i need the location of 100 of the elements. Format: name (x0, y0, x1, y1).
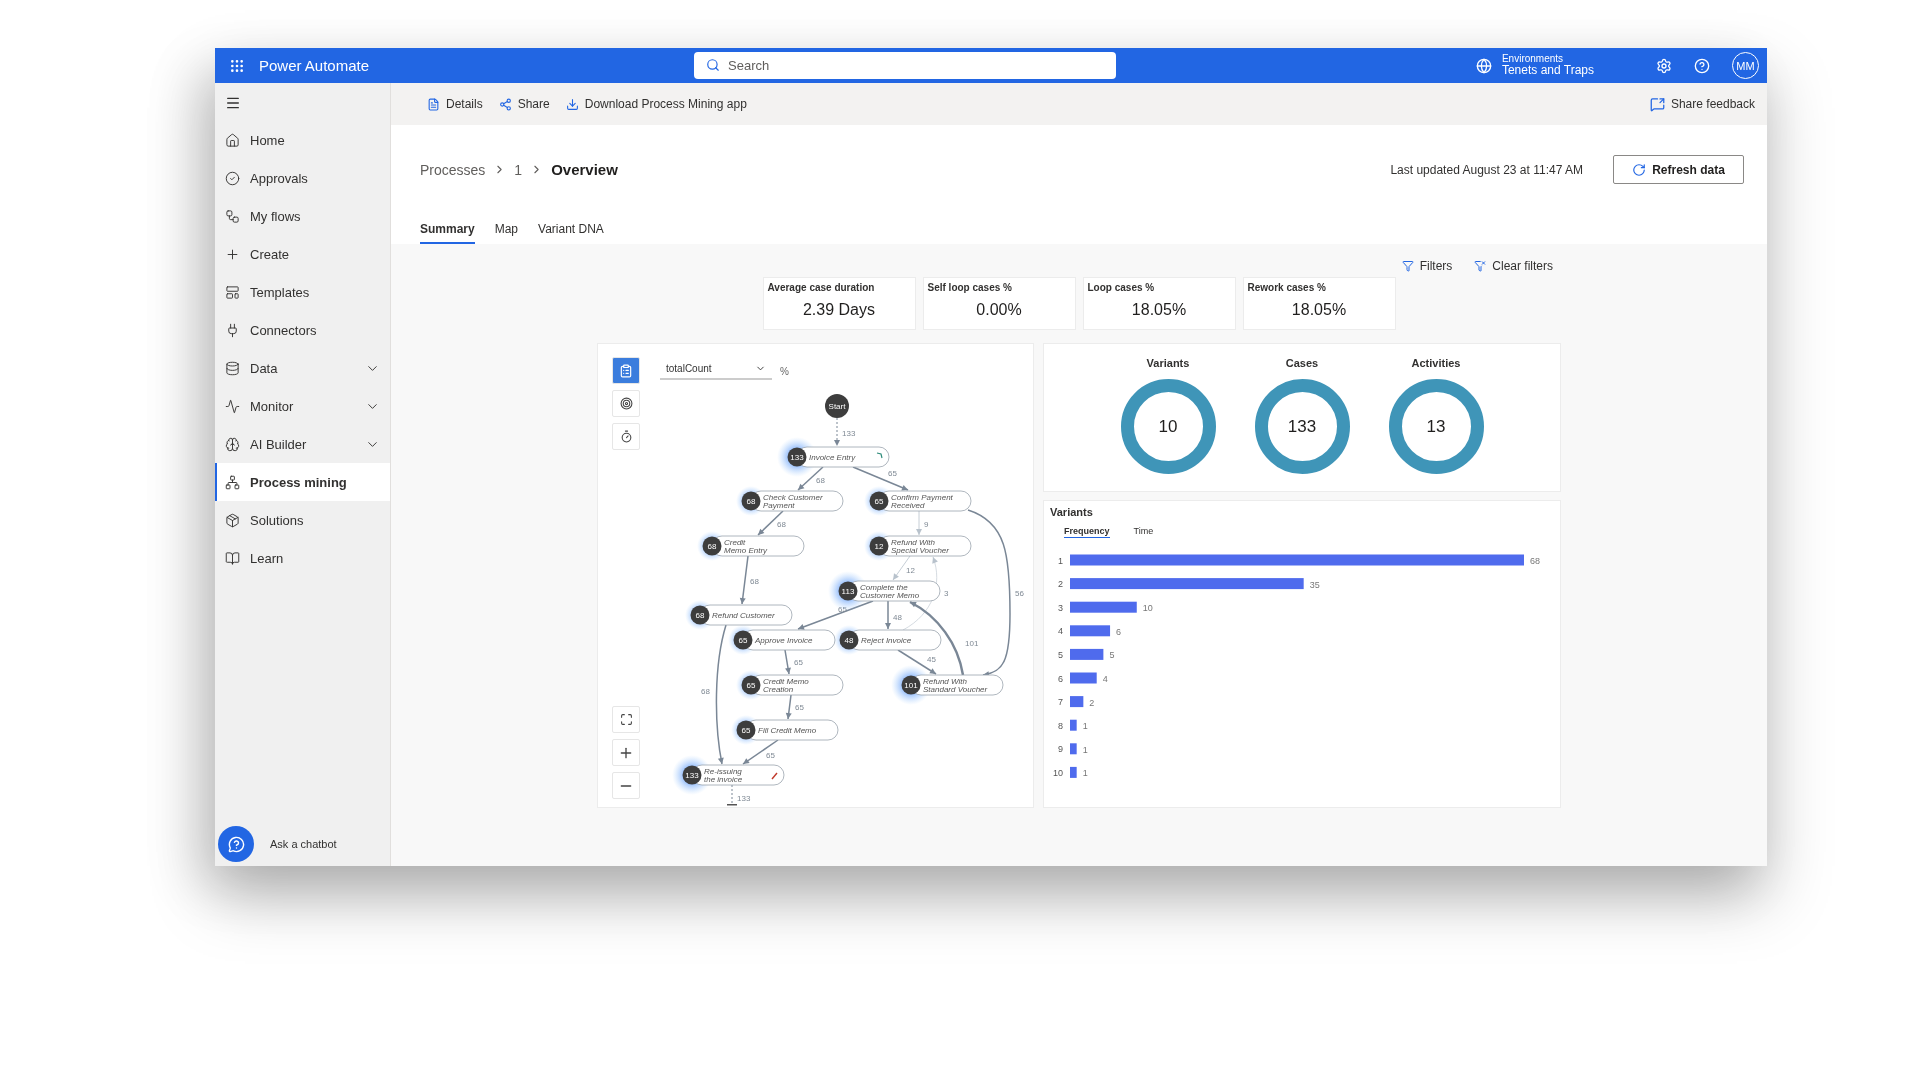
bar-value: 10 (1142, 603, 1153, 614)
download-icon (565, 97, 579, 111)
nav-icon (225, 474, 240, 490)
flow-arrow (784, 649, 791, 675)
flow-arrow (757, 510, 784, 536)
environment-name[interactable]: Tenets and Traps (1501, 64, 1594, 78)
breadcrumb-link[interactable]: Processes (420, 161, 486, 178)
command-button[interactable]: Share (498, 97, 550, 111)
variant-bar[interactable] (1070, 719, 1077, 731)
filter-button[interactable]: Clear filters (1474, 258, 1553, 273)
kpi-value: 2.39 Days (802, 301, 875, 319)
variant-number: 6 (1058, 673, 1063, 684)
variant-tab[interactable]: Frequency (1064, 526, 1110, 538)
help-icon[interactable] (1694, 57, 1710, 74)
zoom-in-icon[interactable] (612, 739, 640, 766)
nav-item[interactable]: Learn (215, 539, 390, 577)
refresh-icon (1632, 162, 1647, 177)
nav-icon (225, 512, 240, 528)
variant-number: 2 (1058, 579, 1063, 590)
variant-bar[interactable] (1070, 648, 1104, 660)
nav-item[interactable]: My flows (215, 197, 390, 235)
nav-item[interactable]: Process mining (215, 463, 390, 501)
bar-value: 1 (1082, 721, 1088, 732)
nav-icon (225, 208, 240, 224)
flow-arrow (797, 466, 824, 491)
clipboard-icon[interactable] (612, 357, 640, 384)
nav-icon (225, 132, 240, 148)
edge-count: 9 (924, 520, 929, 529)
globe-icon[interactable] (1475, 57, 1492, 74)
command-button[interactable]: Details (427, 97, 483, 111)
edge-count: 65 (795, 703, 804, 712)
stat-ring: 10 (1120, 379, 1216, 474)
kpi-value: 0.00% (976, 301, 1022, 319)
nav-item[interactable]: Approvals (215, 159, 390, 197)
nav-item[interactable]: Monitor (215, 387, 390, 425)
edge-count: 68 (750, 577, 759, 586)
end-marker-icon (771, 772, 778, 780)
variant-bar[interactable] (1070, 766, 1077, 778)
bar-value: 4 (1102, 674, 1108, 684)
chatbot-label[interactable]: Ask a chatbot (270, 838, 337, 850)
search-field[interactable]: Search (694, 52, 1116, 79)
document-icon (427, 97, 440, 111)
bar-value: 1 (1082, 744, 1088, 755)
filter-icon (1401, 259, 1414, 272)
breadcrumb-link[interactable]: Overview (551, 161, 618, 178)
refresh-button[interactable]: Refresh data (1613, 155, 1744, 184)
variant-bar[interactable] (1070, 625, 1111, 637)
variant-bar[interactable] (1070, 696, 1084, 708)
search-icon (706, 58, 720, 72)
stat-ring: 133 (1254, 379, 1350, 474)
nav-item[interactable]: Home (215, 121, 390, 159)
nav-icon (225, 398, 240, 414)
variants-title: Variants (1050, 506, 1094, 518)
fit-screen-icon[interactable] (612, 706, 640, 733)
page-tab[interactable]: Map (494, 222, 519, 244)
edge-count: 48 (893, 613, 902, 622)
nav-item[interactable]: Create (215, 235, 390, 273)
page-tab[interactable]: Variant DNA (538, 222, 604, 244)
flow-arrow (834, 417, 840, 447)
chatbot-button[interactable] (218, 826, 254, 862)
bar-value: 5 (1109, 650, 1115, 661)
zoom-out-icon[interactable] (612, 772, 640, 799)
variant-bar[interactable] (1070, 743, 1077, 755)
app-title: Power Automate (259, 57, 371, 74)
stat-label: Activities (1411, 357, 1461, 369)
feedback-icon (1649, 96, 1665, 112)
edge-count: 133 (842, 429, 856, 438)
unit-toggle[interactable]: % (780, 366, 789, 377)
settings-icon[interactable] (1656, 57, 1672, 74)
nav-icon (225, 170, 240, 186)
variant-tab[interactable]: Time (1133, 526, 1154, 538)
kpi-label: Rework cases % (1247, 282, 1327, 293)
stat-label: Cases (1285, 357, 1319, 369)
last-updated-text: Last updated August 23 at 11:47 AM (1390, 162, 1583, 177)
edge-count: 12 (906, 566, 915, 575)
breadcrumb-link[interactable]: 1 (514, 161, 523, 178)
nav-item[interactable]: Connectors (215, 311, 390, 349)
target-icon[interactable] (612, 390, 640, 417)
command-button[interactable]: Download Process Mining app (565, 97, 747, 111)
variant-bar[interactable] (1070, 601, 1137, 613)
flow-arrow (739, 555, 749, 605)
feedback-button[interactable]: Share feedback (1649, 96, 1755, 112)
bar-value: 6 (1116, 626, 1122, 637)
nav-icon (225, 284, 240, 300)
edge-count: 68 (701, 687, 710, 696)
start-node[interactable]: Start (825, 394, 849, 418)
metric-dropdown[interactable]: totalCount (660, 358, 772, 380)
nav-item[interactable]: Templates (215, 273, 390, 311)
variant-bar[interactable] (1070, 578, 1304, 590)
kpi-label: Loop cases % (1087, 282, 1156, 293)
filter-button[interactable]: Filters (1401, 258, 1453, 273)
nav-item[interactable]: Data (215, 349, 390, 387)
clear-filter-icon (1474, 259, 1487, 272)
nav-item[interactable]: Solutions (215, 501, 390, 539)
edge-count: 45 (927, 655, 936, 664)
variant-number: 8 (1058, 720, 1063, 731)
nav-item[interactable]: AI Builder (215, 425, 390, 463)
nav-icon (225, 360, 240, 376)
nav-icon (225, 246, 240, 262)
timer-icon[interactable] (612, 423, 640, 450)
